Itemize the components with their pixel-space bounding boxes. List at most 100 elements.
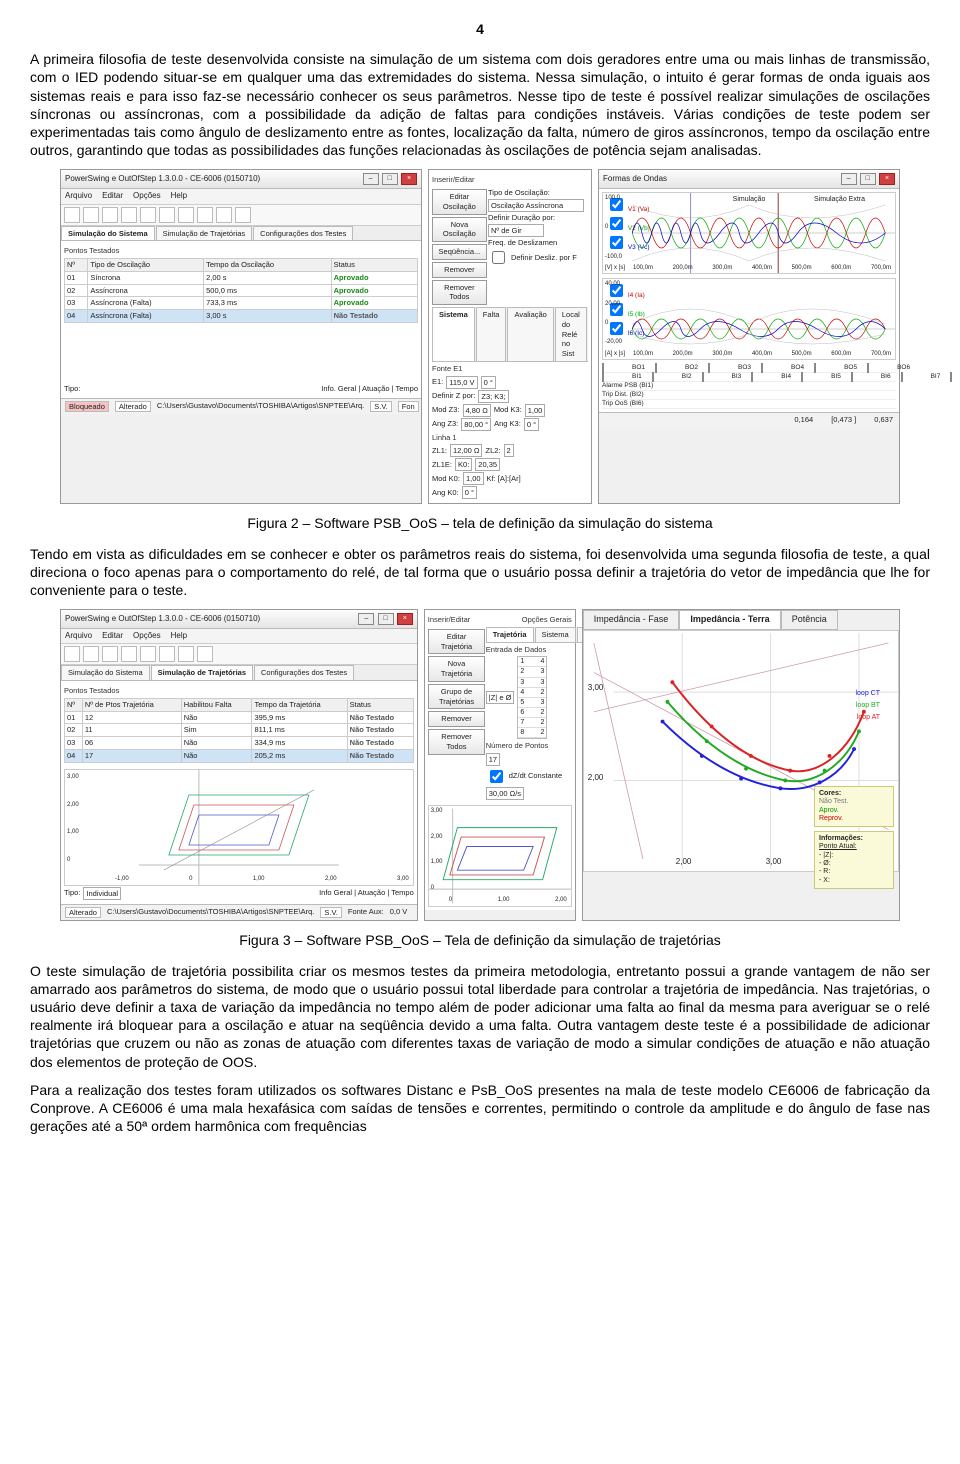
tab-tempo[interactable]: Tempo xyxy=(395,384,418,393)
table-row[interactable]: 0306Não334,9 msNão Testado xyxy=(65,737,414,750)
table-row[interactable]: 0211Sim811,1 msNão Testado xyxy=(65,724,414,737)
tab-local-rele[interactable]: Local do Relé no Sist xyxy=(555,307,587,361)
btn-sequencia[interactable]: Seqüência... xyxy=(432,244,487,260)
toolbar-button[interactable] xyxy=(235,207,251,223)
angk0-val[interactable]: 0 ° xyxy=(462,486,477,499)
tab-falta[interactable]: Falta xyxy=(476,307,507,361)
toolbar-button[interactable] xyxy=(197,646,213,662)
bo-cb[interactable] xyxy=(655,363,657,373)
tab-config-testes[interactable]: Configurações dos Testes xyxy=(254,665,354,680)
tab-tempo[interactable]: Tempo xyxy=(391,888,414,897)
e1-v[interactable]: 115,0 V xyxy=(446,376,477,389)
bi-cb[interactable] xyxy=(602,372,604,382)
menu-opcoes[interactable]: Opções xyxy=(133,631,161,641)
toolbar-button[interactable] xyxy=(102,646,118,662)
tab-imp-fase[interactable]: Impedância - Fase xyxy=(583,610,680,630)
toolbar-button[interactable] xyxy=(121,207,137,223)
tab-info-geral[interactable]: Info Geral xyxy=(319,888,352,897)
tab-info-geral[interactable]: Info. Geral xyxy=(321,384,356,393)
toolbar-button[interactable] xyxy=(159,207,175,223)
table-row[interactable]: 01Síncrona2,00 sAprovado xyxy=(65,271,418,284)
modz3-val[interactable]: 4,80 Ω xyxy=(463,404,491,417)
bi-cb[interactable] xyxy=(702,372,704,382)
table-row[interactable]: 0417Não205,2 msNão Testado xyxy=(65,749,414,762)
bi-cb[interactable] xyxy=(652,372,654,382)
toolbar-button[interactable] xyxy=(83,207,99,223)
tab-avaliacao[interactable]: Avaliação xyxy=(507,307,553,361)
tab-sim-sistema[interactable]: Simulação do Sistema xyxy=(61,665,150,680)
zl1e-val2[interactable]: 20,35 xyxy=(475,458,500,471)
bi-cb[interactable] xyxy=(901,372,903,382)
menu-editar[interactable]: Editar xyxy=(102,191,123,201)
tipo-osc-value[interactable]: Oscilação Assíncrona xyxy=(488,199,584,212)
tab-sim-sistema[interactable]: Simulação do Sistema xyxy=(61,226,155,241)
table-row[interactable]: 03Assíncrona (Falta)733,3 msAprovado xyxy=(65,297,418,310)
btn-editar-oscilacao[interactable]: Editar Oscilação xyxy=(432,189,487,215)
toolbar-button[interactable] xyxy=(178,646,194,662)
tab-trajetoria[interactable]: Trajetória xyxy=(486,627,534,642)
dzdt-checkbox[interactable] xyxy=(490,770,503,783)
menu-arquivo[interactable]: Arquivo xyxy=(65,191,92,201)
table-row[interactable]: 02Assíncrona500,0 msAprovado xyxy=(65,284,418,297)
bi-cb[interactable] xyxy=(851,372,853,382)
toolbar-button[interactable] xyxy=(140,207,156,223)
tab-imp-terra[interactable]: Impedância - Terra xyxy=(679,610,780,630)
tab-sim-trajetorias[interactable]: Simulação de Trajetórias xyxy=(156,226,253,241)
bi-cb[interactable] xyxy=(751,372,753,382)
dur-value[interactable]: Nº de Gir xyxy=(488,224,544,237)
tab-sistema[interactable]: Sistema xyxy=(432,307,475,361)
toolbar-button[interactable] xyxy=(83,646,99,662)
tipo-val[interactable]: Individual xyxy=(83,887,121,900)
menu-opcoes[interactable]: Opções xyxy=(133,191,161,201)
toolbar-button[interactable] xyxy=(216,207,232,223)
btn-nova-oscilacao[interactable]: Nova Oscilação xyxy=(432,217,487,243)
tab-config-testes[interactable]: Configurações dos Testes xyxy=(253,226,353,241)
btn-grupo-trajetorias[interactable]: Grupo de Trajetórias xyxy=(428,684,486,710)
toolbar-button[interactable] xyxy=(64,646,80,662)
btn-remover[interactable]: Remover xyxy=(432,262,487,278)
defz-val[interactable]: Z3; K3; xyxy=(478,390,508,403)
angk3-val[interactable]: 0 ° xyxy=(524,418,539,431)
menu-help[interactable]: Help xyxy=(171,631,187,641)
tab-potencia[interactable]: Potência xyxy=(781,610,838,630)
toolbar-button[interactable] xyxy=(121,646,137,662)
btn-remover-todos[interactable]: Remover Todos xyxy=(428,729,486,755)
maximize-icon[interactable]: □ xyxy=(860,173,876,185)
btn-remover-todos[interactable]: Remover Todos xyxy=(432,280,487,306)
dzdt-val[interactable]: 30,00 Ω/s xyxy=(486,787,524,800)
minimize-icon[interactable]: – xyxy=(358,613,374,625)
bo-cb[interactable] xyxy=(761,363,763,373)
tab-atuacao[interactable]: Atuação xyxy=(362,384,390,393)
btn-nova-trajetoria[interactable]: Nova Trajetória xyxy=(428,656,486,682)
maximize-icon[interactable]: □ xyxy=(378,613,394,625)
modk3-val[interactable]: 1,00 xyxy=(525,404,546,417)
btn-editar-trajetoria[interactable]: Editar Trajetória xyxy=(428,629,486,655)
close-icon[interactable]: × xyxy=(397,613,413,625)
minimize-icon[interactable]: – xyxy=(363,173,379,185)
menu-editar[interactable]: Editar xyxy=(102,631,123,641)
tab-sistema[interactable]: Sistema xyxy=(535,627,576,642)
table-row[interactable]: 04Assíncrona (Falta)3,00 sNão Testado xyxy=(65,310,418,323)
bo-cb[interactable] xyxy=(814,363,816,373)
menu-help[interactable]: Help xyxy=(171,191,187,201)
bo-cb[interactable] xyxy=(867,363,869,373)
minimize-icon[interactable]: – xyxy=(841,173,857,185)
zl2-val[interactable]: 2 xyxy=(504,444,514,457)
bo-cb[interactable] xyxy=(708,363,710,373)
btn-remover[interactable]: Remover xyxy=(428,711,486,727)
maximize-icon[interactable]: □ xyxy=(382,173,398,185)
toolbar-button[interactable] xyxy=(197,207,213,223)
e1-a[interactable]: 0 ° xyxy=(481,376,496,389)
entrada-val[interactable]: |Z| e Ø xyxy=(486,691,515,704)
table-row[interactable]: 0112Não395,9 msNão Testado xyxy=(65,711,414,724)
tab-atuacao[interactable]: Atuação xyxy=(358,888,386,897)
bi-cb[interactable] xyxy=(950,372,952,382)
toolbar-button[interactable] xyxy=(64,207,80,223)
toolbar-button[interactable] xyxy=(159,646,175,662)
close-icon[interactable]: × xyxy=(879,173,895,185)
zl1-val[interactable]: 12,00 Ω xyxy=(450,444,482,457)
toolbar-button[interactable] xyxy=(140,646,156,662)
close-icon[interactable]: × xyxy=(401,173,417,185)
modk0-val[interactable]: 1,00 xyxy=(463,472,484,485)
bi-cb[interactable] xyxy=(801,372,803,382)
